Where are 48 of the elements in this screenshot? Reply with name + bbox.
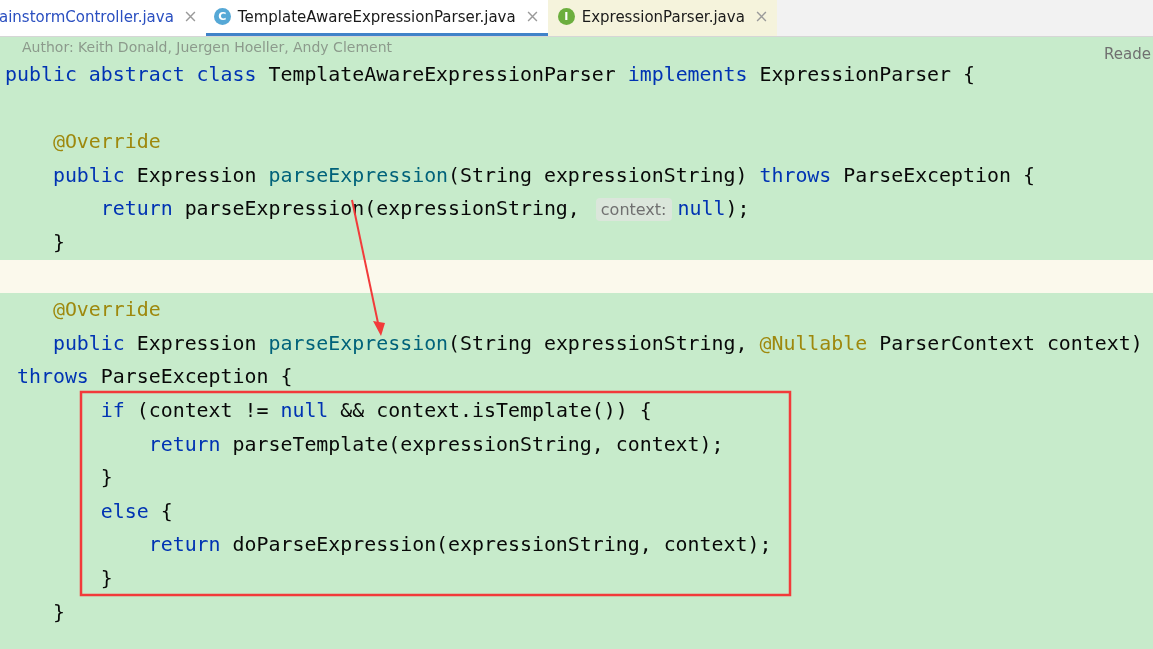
code-annotation: @Override xyxy=(51,130,161,154)
code-text: parseTemplate(expressionString, context); xyxy=(232,432,724,456)
code-text: ExpressionParser { xyxy=(759,63,976,86)
code-text: Expression xyxy=(136,163,258,187)
code-keyword: return xyxy=(99,197,174,221)
code-text: (String expressionString, xyxy=(448,331,749,355)
code-text: ); xyxy=(725,197,750,221)
code-keyword: return xyxy=(147,432,222,456)
code-keyword: null xyxy=(677,197,726,221)
code-keyword: public xyxy=(51,163,126,187)
code-text: TemplateAwareExpressionParser xyxy=(268,63,617,86)
code-keyword: throws xyxy=(759,163,833,187)
code-text: ParserContext context) xyxy=(879,331,1143,355)
code-text: } xyxy=(99,566,113,590)
code-keyword: public xyxy=(51,331,126,355)
method-name: parseExpression xyxy=(268,331,449,355)
parameter-hint: context: xyxy=(595,198,672,222)
close-icon[interactable] xyxy=(184,11,196,22)
editor-tab[interactable]: I ExpressionParser.java xyxy=(547,0,777,36)
code-keyword: implements xyxy=(627,63,749,86)
code-keyword: throws xyxy=(15,365,90,389)
code-text: doParseExpression(expressionString, context); xyxy=(232,533,772,557)
code-text: ParseException { xyxy=(843,163,1035,187)
code-keyword: public abstract class xyxy=(5,63,258,86)
method-name: parseExpression xyxy=(268,163,449,187)
close-icon[interactable] xyxy=(755,11,767,22)
editor-tab[interactable]: ainstormController.java xyxy=(0,0,206,36)
code-keyword: else xyxy=(99,499,150,523)
code-text: } xyxy=(51,600,65,624)
code-annotation: @Override xyxy=(51,298,161,322)
code-text: && context.isTemplate()) { xyxy=(340,398,652,422)
code-annotation: @Nullable xyxy=(759,331,869,355)
code-text: ParseException { xyxy=(100,365,293,389)
close-icon[interactable] xyxy=(526,11,538,22)
file-type-icon: I xyxy=(557,8,575,25)
code-text: (context != xyxy=(136,398,270,422)
code-text: } xyxy=(99,466,113,490)
code-text: Expression xyxy=(136,331,258,355)
doc-comment: Author: Keith Donald, Juergen Hoeller, Andy Clement xyxy=(21,38,392,56)
code-keyword: if xyxy=(99,398,126,422)
code-text: (String expressionString) xyxy=(448,163,749,187)
editor-tab[interactable]: C TemplateAwareExpressionParser.java xyxy=(205,0,548,36)
code-keyword: null xyxy=(280,398,330,422)
code-text: { xyxy=(160,499,173,523)
code-text: } xyxy=(51,230,65,254)
code-keyword: return xyxy=(147,533,222,557)
reader-mode-link[interactable]: Reade xyxy=(1104,45,1151,63)
file-type-icon: C xyxy=(213,8,231,25)
